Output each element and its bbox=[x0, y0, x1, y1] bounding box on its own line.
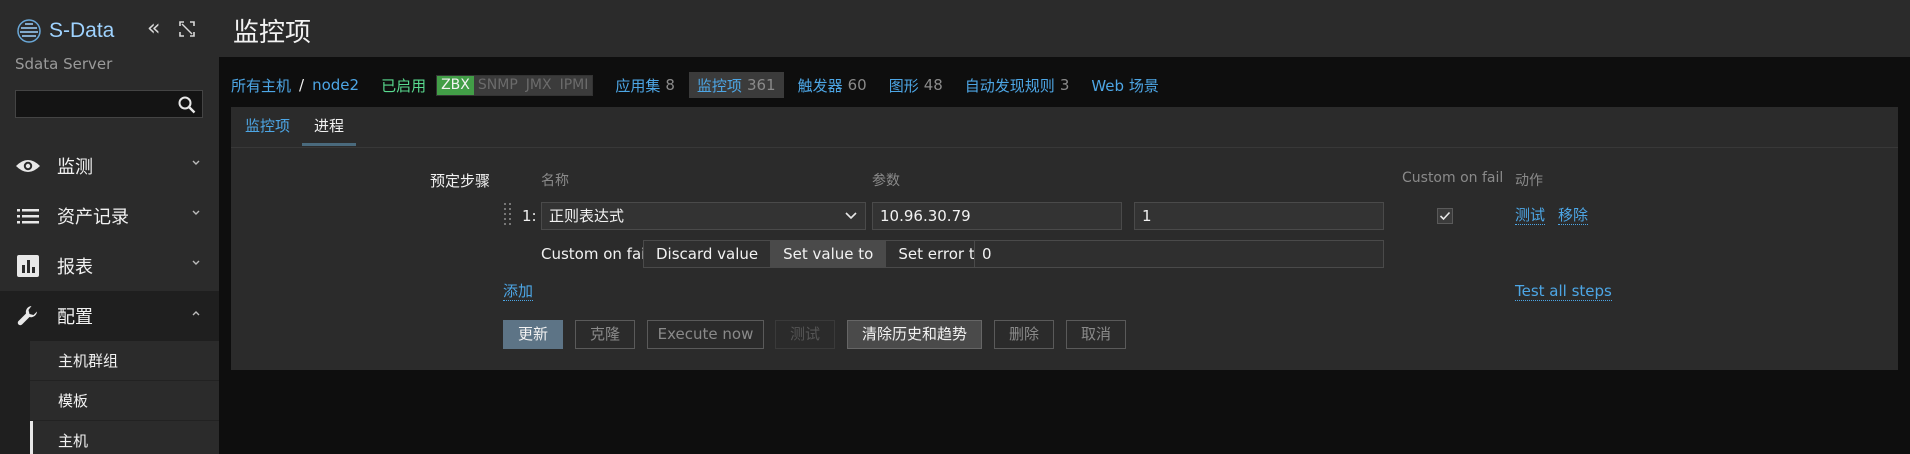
checkmark-icon bbox=[1439, 211, 1451, 221]
search-input[interactable] bbox=[15, 90, 203, 118]
jmx-badge: JMX bbox=[521, 75, 556, 95]
custom-on-fail-checkbox[interactable] bbox=[1437, 208, 1453, 224]
ipmi-badge: IPMI bbox=[555, 75, 593, 95]
tab-item[interactable]: 监控项 bbox=[231, 107, 304, 145]
update-button[interactable]: 更新 bbox=[503, 320, 563, 349]
configuration-submenu: 主机群组 模板 主机 bbox=[0, 341, 219, 454]
kiosk-mode-icon[interactable] bbox=[178, 20, 196, 38]
set-value-to-option[interactable]: Set value to bbox=[771, 241, 887, 267]
nav-discovery-rules[interactable]: 自动发现规则 3 bbox=[965, 75, 1070, 96]
search-icon[interactable] bbox=[178, 96, 196, 114]
param-output-input[interactable]: 1 bbox=[1134, 202, 1384, 230]
col-params-header: 参数 bbox=[872, 173, 900, 189]
nav-items[interactable]: 监控项 361 bbox=[688, 72, 784, 98]
nav-label: 应用集 bbox=[615, 76, 661, 95]
col-custom-on-fail-header: Custom on fail bbox=[1402, 170, 1504, 186]
chevron-down-icon bbox=[192, 160, 200, 165]
submenu-item-host-groups[interactable]: 主机群组 bbox=[30, 341, 219, 381]
menu-label: 资产记录 bbox=[57, 207, 129, 228]
submenu-item-hosts[interactable]: 主机 bbox=[30, 421, 219, 454]
chevron-down-icon bbox=[192, 260, 200, 265]
all-hosts-link[interactable]: 所有主机 bbox=[231, 75, 291, 96]
nav-count: 3 bbox=[1059, 76, 1070, 94]
test-all-steps-link[interactable]: Test all steps bbox=[1515, 283, 1612, 301]
submenu-label: 主机群组 bbox=[58, 352, 119, 370]
discard-value-option[interactable]: Discard value bbox=[644, 241, 772, 267]
item-form-panel: 监控项 进程 预定步骤 名称 参数 Custom on fail 动作 1: 正… bbox=[231, 107, 1898, 370]
logo-text: S-Data bbox=[49, 19, 115, 42]
server-name: Sdata Server bbox=[15, 55, 113, 73]
preprocessing-label: 预定步骤 bbox=[430, 172, 491, 190]
delete-button[interactable]: 删除 bbox=[994, 320, 1054, 349]
menu-label: 报表 bbox=[57, 257, 93, 278]
logo[interactable]: S-Data bbox=[15, 17, 114, 45]
nav-count: 60 bbox=[847, 76, 867, 94]
host-navigation: 所有主机 / node2 已启用 ZBX SNMP JMX IPMI 应用集 8 … bbox=[231, 69, 1159, 101]
nav-count: 8 bbox=[665, 76, 675, 94]
custom-on-fail-options: Discard value Set value to Set error to bbox=[643, 240, 997, 268]
sidebar: S-Data « Sdata Server 监测 资产记录 报表 配置 主机群组… bbox=[0, 0, 219, 454]
main-menu: 监测 资产记录 报表 配置 主机群组 模板 主机 bbox=[0, 141, 219, 454]
nav-label: 自动发现规则 bbox=[964, 76, 1055, 95]
collapse-sidebar-icon[interactable]: « bbox=[147, 18, 169, 41]
page-header: 监控项 bbox=[219, 0, 1910, 57]
remove-step-link[interactable]: 移除 bbox=[1558, 207, 1589, 225]
clear-history-button[interactable]: 清除历史和趋势 bbox=[847, 320, 982, 349]
chevron-down-icon bbox=[845, 212, 857, 220]
menu-label: 监测 bbox=[57, 157, 93, 178]
menu-item-reports[interactable]: 报表 bbox=[0, 241, 219, 291]
eye-icon bbox=[15, 153, 41, 179]
menu-label: 配置 bbox=[57, 307, 93, 328]
add-step-link[interactable]: 添加 bbox=[503, 283, 534, 301]
nav-web-scenarios[interactable]: Web 场景 bbox=[1091, 75, 1158, 96]
nav-count: 361 bbox=[746, 76, 776, 94]
page-title: 监控项 bbox=[233, 18, 312, 48]
drag-handle-icon[interactable] bbox=[504, 203, 512, 225]
tab-preprocessing[interactable]: 进程 bbox=[302, 107, 357, 146]
nav-label: 触发器 bbox=[797, 76, 843, 95]
breadcrumb-separator: / bbox=[299, 76, 305, 94]
zbx-badge: ZBX bbox=[437, 75, 474, 95]
execute-now-button[interactable]: Execute now bbox=[647, 320, 764, 349]
col-action-header: 动作 bbox=[1515, 173, 1543, 189]
form-tabs: 监控项 进程 bbox=[231, 107, 1898, 148]
col-name-header: 名称 bbox=[541, 173, 569, 189]
chevron-down-icon bbox=[192, 210, 200, 215]
host-status[interactable]: 已启用 bbox=[381, 75, 426, 96]
menu-item-inventory[interactable]: 资产记录 bbox=[0, 191, 219, 241]
clone-button[interactable]: 克隆 bbox=[575, 320, 635, 349]
custom-on-fail-value-input[interactable]: 0 bbox=[974, 240, 1384, 268]
nav-label: 监控项 bbox=[696, 76, 742, 95]
submenu-label: 主机 bbox=[58, 432, 89, 450]
bar-chart-icon bbox=[15, 253, 41, 279]
snmp-badge: SNMP bbox=[473, 75, 522, 95]
custom-on-fail-label: Custom on fail bbox=[541, 245, 650, 263]
chevron-up-icon bbox=[192, 311, 200, 316]
menu-item-monitoring[interactable]: 监测 bbox=[0, 141, 219, 191]
logo-icon bbox=[17, 19, 41, 43]
nav-label: Web 场景 bbox=[1091, 76, 1159, 95]
step-type-select[interactable]: 正则表达式 bbox=[541, 202, 866, 230]
nav-label: 图形 bbox=[888, 76, 919, 95]
step-number: 1: bbox=[522, 207, 537, 225]
host-link[interactable]: node2 bbox=[312, 76, 359, 94]
nav-graphs[interactable]: 图形 48 bbox=[889, 75, 943, 96]
submenu-label: 模板 bbox=[58, 392, 89, 410]
list-icon bbox=[15, 203, 41, 229]
cancel-button[interactable]: 取消 bbox=[1066, 320, 1126, 349]
menu-item-configuration[interactable]: 配置 bbox=[0, 291, 219, 341]
submenu-item-templates[interactable]: 模板 bbox=[30, 381, 219, 421]
nav-applications[interactable]: 应用集 8 bbox=[615, 75, 675, 96]
param-pattern-input[interactable]: 10.96.30.79 bbox=[872, 202, 1122, 230]
wrench-icon bbox=[15, 303, 41, 329]
nav-triggers[interactable]: 触发器 60 bbox=[798, 75, 867, 96]
availability-badges: ZBX SNMP JMX IPMI bbox=[436, 74, 594, 96]
nav-count: 48 bbox=[923, 76, 943, 94]
step-type-value: 正则表达式 bbox=[549, 207, 625, 225]
test-button: 测试 bbox=[775, 320, 835, 349]
test-step-link[interactable]: 测试 bbox=[1515, 207, 1546, 225]
